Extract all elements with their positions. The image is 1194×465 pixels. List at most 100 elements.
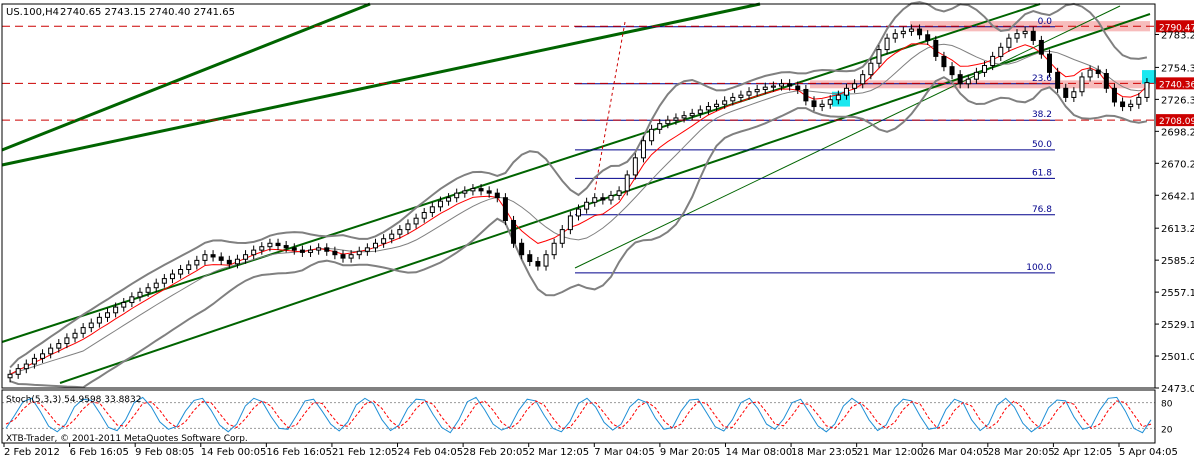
candle-body: [811, 100, 817, 108]
candle-body: [291, 247, 297, 251]
candle-body: [348, 254, 354, 259]
candle-body: [876, 49, 882, 64]
date-tick-label: 21 Mar 12:00: [857, 447, 924, 458]
candle-body: [381, 238, 387, 244]
candle-body: [308, 249, 314, 253]
candle-body: [7, 373, 13, 379]
candle-body: [494, 192, 500, 199]
candle-body: [40, 353, 46, 359]
candle-body: [234, 258, 240, 265]
candle-body: [900, 30, 906, 35]
candle-body: [551, 242, 557, 256]
candle-body: [592, 197, 598, 203]
candle-body: [316, 247, 322, 251]
stoch-level-label: 80: [1161, 400, 1173, 410]
price-tick-label: 2726.30: [1161, 95, 1194, 106]
candle-body: [941, 55, 947, 68]
candle-body: [990, 55, 996, 67]
date-tick-label: 14 Mar 08:00: [725, 447, 792, 458]
candle-body: [129, 296, 135, 304]
date-tick-label: 24 Feb 04:05: [398, 447, 464, 458]
candle-body: [754, 88, 760, 93]
candle-body: [421, 212, 427, 219]
date-tick-label: 9 Mar 20:05: [660, 447, 720, 458]
candle-body: [559, 229, 565, 244]
candle-body: [860, 74, 866, 85]
candle-body: [843, 87, 849, 96]
candle-body: [210, 254, 216, 258]
candle-body: [169, 273, 175, 280]
candle-body: [1095, 69, 1101, 75]
candle-body: [64, 337, 70, 345]
price-chart[interactable]: 0.023.638.250.061.876.8100.0 2790.472740…: [0, 0, 1194, 461]
candle-body: [454, 192, 460, 199]
fib-level-label: 100.0: [1026, 263, 1052, 273]
candle-body: [762, 86, 768, 90]
candle-body: [1038, 39, 1044, 55]
candle-body: [121, 302, 127, 308]
candle-body: [949, 66, 955, 76]
candle-body: [1014, 33, 1020, 39]
date-tick-label: 18 Mar 23:05: [791, 447, 858, 458]
stochastic-label: Stoch(5,3,3) 54.9598 33.8832: [6, 395, 141, 405]
candle-body: [714, 103, 720, 108]
candle-body: [982, 65, 988, 73]
candle-body: [275, 242, 281, 247]
date-tick-label: 6 Feb 16:05: [70, 447, 129, 458]
candle-body: [697, 109, 703, 114]
candle-body: [722, 100, 728, 105]
price-tick-label: 2613.25: [1161, 224, 1194, 235]
candle-body: [608, 194, 614, 201]
candle-body: [1055, 71, 1061, 89]
candle-body: [137, 291, 143, 298]
date-tick-label: 28 Feb 20:05: [463, 447, 529, 458]
candle-body: [72, 332, 78, 339]
candle-body: [226, 259, 232, 265]
candle-body: [746, 91, 752, 96]
candle-body: [194, 259, 200, 266]
candle-body: [917, 28, 923, 36]
ohlc-readout: 2740.65 2743.15 2740.40 2741.65: [60, 7, 235, 18]
candle-body: [1079, 76, 1085, 93]
candle-body: [251, 249, 257, 256]
candle-body: [502, 197, 508, 221]
candle-body: [88, 322, 94, 329]
candle-body: [389, 233, 395, 240]
candle-body: [486, 190, 492, 194]
candle-body: [446, 197, 452, 202]
candle-body: [998, 46, 1004, 57]
price-tick-label: 2473.00: [1161, 384, 1194, 395]
fib-level-label: 76.8: [1032, 205, 1052, 215]
candle-body: [340, 254, 346, 259]
candle-body: [1136, 96, 1142, 105]
candle-body: [827, 99, 833, 105]
candle-body: [31, 357, 37, 365]
candle-body: [519, 242, 525, 256]
candle-body: [161, 278, 167, 284]
candle-body: [884, 37, 890, 51]
candle-body: [511, 219, 517, 244]
candle-body: [324, 247, 330, 252]
candle-body: [973, 71, 979, 80]
candle-body: [624, 174, 630, 192]
price-tick-label: 2754.35: [1161, 63, 1194, 74]
candle-body: [1063, 87, 1069, 98]
candle-body: [868, 62, 874, 76]
candle-body: [397, 229, 403, 235]
candle-body: [1071, 91, 1077, 98]
candle-body: [640, 140, 646, 159]
candle-body: [1111, 87, 1117, 103]
candle-body: [243, 254, 249, 260]
trading-chart-window[interactable]: 0.0 23.6 38.2 50.0 61.8 76.8 100.0 2790.47 2740…: [0, 0, 1194, 461]
candle-body: [56, 343, 62, 349]
candle-body: [1128, 103, 1134, 108]
candle-body: [803, 88, 809, 102]
date-tick-label: 2 Feb 2012: [4, 447, 60, 458]
candle-body: [96, 316, 102, 324]
candle-body: [738, 94, 744, 98]
candle-body: [852, 83, 858, 89]
candle-body: [413, 217, 419, 225]
candle-body: [957, 74, 963, 85]
candle-body: [283, 245, 289, 249]
candle-body: [584, 201, 590, 210]
